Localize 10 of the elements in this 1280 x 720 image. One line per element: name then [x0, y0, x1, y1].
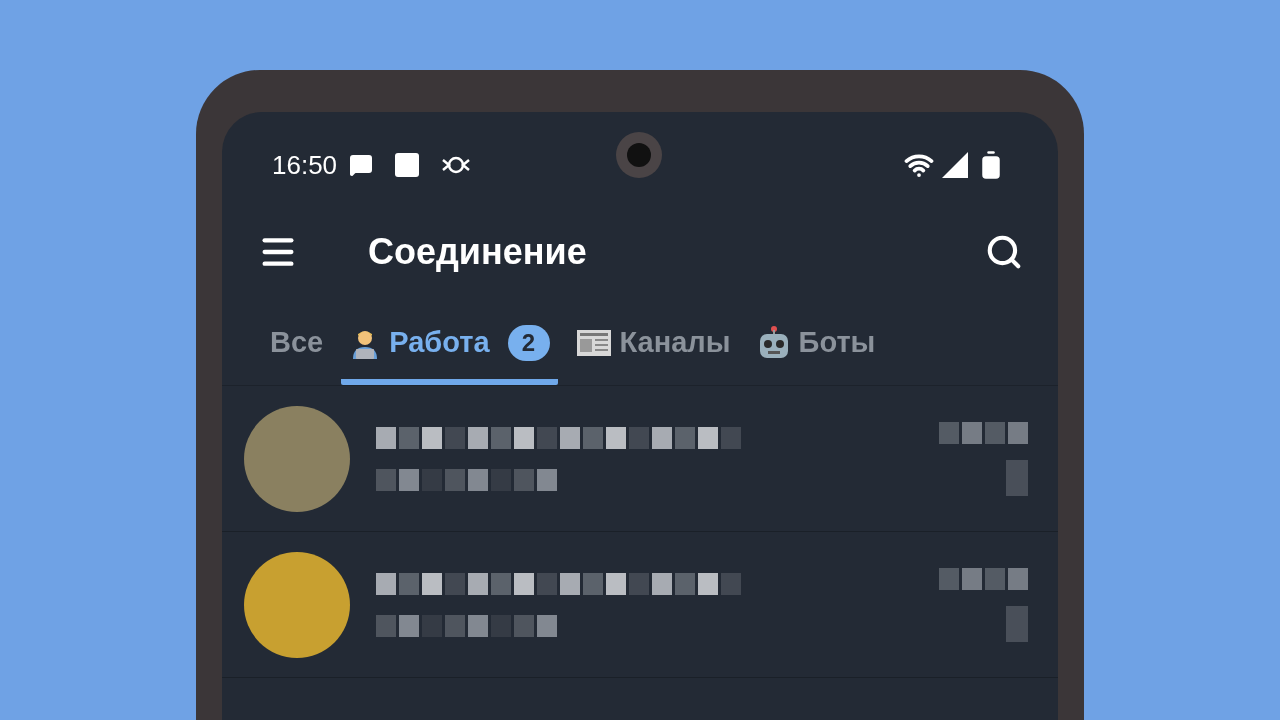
- header-title: Соединение: [368, 230, 588, 274]
- unread-badge: 2: [507, 324, 550, 361]
- folder-tab[interactable]: Работа 2: [341, 322, 558, 385]
- folder-tab[interactable]: Каналы: [567, 322, 739, 385]
- newspaper-icon: [575, 327, 612, 358]
- signal-icon: [942, 152, 968, 178]
- status-time: 16:50: [272, 148, 338, 182]
- folder-tab[interactable]: Все: [262, 322, 332, 385]
- folder-tab[interactable]: Боты: [748, 322, 884, 385]
- chat-bubble-icon: [349, 153, 374, 177]
